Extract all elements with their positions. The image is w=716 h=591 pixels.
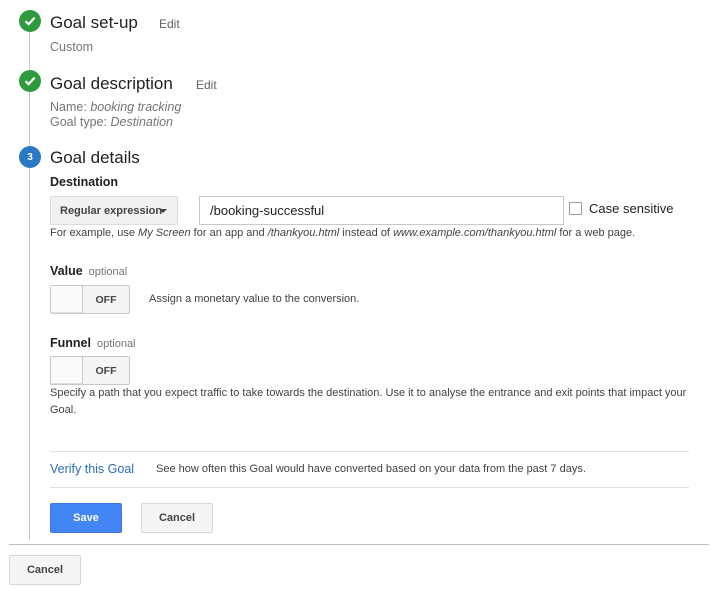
- checkmark-icon: [24, 16, 36, 26]
- goal-setup-detail: Custom: [50, 40, 94, 54]
- step-rail: [29, 168, 30, 540]
- step-complete-indicator: [19, 70, 41, 92]
- case-sensitive-label: Case sensitive: [589, 201, 674, 216]
- toggle-knob: [51, 357, 83, 384]
- toggle-knob: [51, 286, 83, 313]
- goal-type-line: Goal type: Destination: [50, 115, 173, 130]
- divider: [50, 487, 689, 488]
- save-button[interactable]: Save: [50, 503, 122, 533]
- value-label-row: Value optional: [50, 264, 127, 278]
- value-label: Value: [50, 264, 83, 278]
- destination-input[interactable]: /booking-successful: [199, 196, 564, 225]
- goal-type-label: Goal type:: [50, 115, 107, 129]
- goal-type-value: Destination: [110, 115, 174, 129]
- value-toggle-state: OFF: [95, 293, 117, 306]
- hint-text: for an app and: [190, 227, 268, 239]
- goal-name-line: Name: booking tracking: [50, 100, 181, 115]
- match-type-value: Regular expression: [60, 204, 163, 217]
- divider: [9, 544, 709, 545]
- verify-description: See how often this Goal would have conve…: [156, 463, 586, 475]
- funnel-label-row: Funnel optional: [50, 336, 136, 350]
- hint-example-app: My Screen: [138, 227, 191, 239]
- step-rail: [29, 92, 30, 146]
- value-toggle[interactable]: OFF: [50, 285, 130, 314]
- value-optional-tag: optional: [88, 266, 128, 278]
- step-title-goal-setup: Goal set-up: [50, 13, 138, 32]
- step-title-goal-description: Goal description: [50, 74, 173, 93]
- funnel-description: Specify a path that you expect traffic t…: [50, 387, 687, 416]
- goal-name-value: booking tracking: [90, 100, 182, 114]
- funnel-optional-tag: optional: [96, 338, 136, 350]
- value-description: Assign a monetary value to the conversio…: [149, 293, 360, 305]
- destination-label: Destination: [50, 175, 119, 189]
- step-complete-indicator: [19, 10, 41, 32]
- step-number-badge: 3: [19, 146, 41, 168]
- checkmark-icon: [24, 76, 36, 86]
- destination-hint: For example, use My Screen for an app an…: [50, 227, 635, 239]
- hint-text: for a web page.: [556, 227, 636, 239]
- verify-goal-link[interactable]: Verify this Goal: [50, 462, 134, 476]
- funnel-label: Funnel: [50, 336, 91, 350]
- goal-name-label: Name:: [50, 100, 87, 114]
- cancel-button[interactable]: Cancel: [141, 503, 213, 533]
- caret-down-icon: [159, 209, 167, 213]
- funnel-toggle[interactable]: OFF: [50, 356, 130, 385]
- edit-goal-setup-link[interactable]: Edit: [159, 17, 180, 31]
- funnel-toggle-state: OFF: [95, 364, 117, 377]
- outer-cancel-button[interactable]: Cancel: [9, 555, 81, 585]
- hint-text: instead of: [339, 227, 394, 239]
- case-sensitive-checkbox[interactable]: [569, 202, 582, 215]
- step-title-goal-details: Goal details: [50, 148, 140, 167]
- hint-text: For example, use: [50, 227, 139, 239]
- step-rail: [29, 32, 30, 70]
- edit-goal-description-link[interactable]: Edit: [196, 78, 217, 92]
- hint-example-url: www.example.com/thankyou.html: [393, 227, 557, 239]
- hint-example-path: /thankyou.html: [267, 227, 340, 239]
- divider: [50, 451, 689, 452]
- match-type-dropdown[interactable]: Regular expression: [50, 196, 178, 225]
